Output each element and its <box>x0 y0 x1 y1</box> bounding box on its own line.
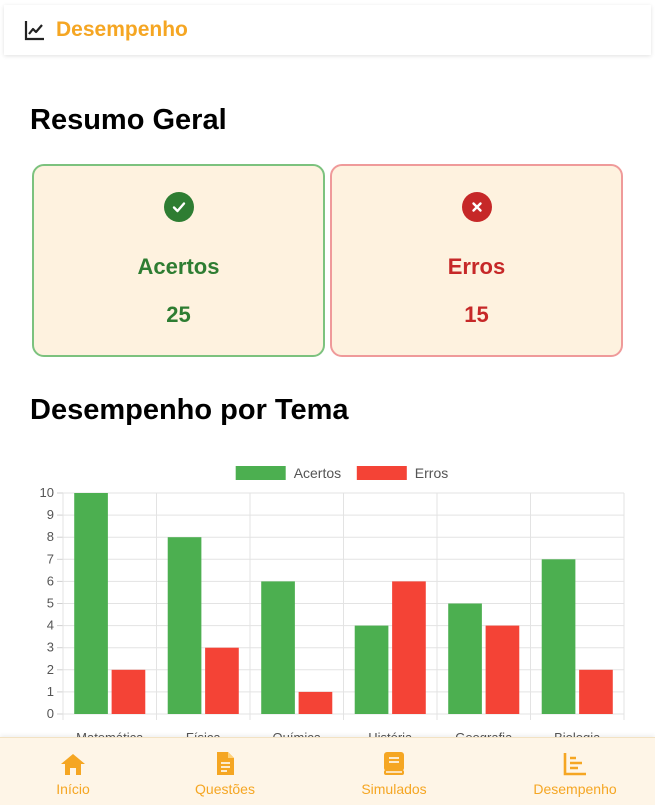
nav-label: Desempenho <box>533 781 617 797</box>
bar-acertos-1 <box>167 537 202 714</box>
correct-value: 25 <box>166 302 191 327</box>
bar-acertos-5 <box>541 559 576 714</box>
theme-title: Desempenho por Tema <box>30 394 349 426</box>
bar-erros-5 <box>579 669 613 714</box>
y-tick-label: 1 <box>47 684 54 699</box>
y-tick-label: 8 <box>47 529 54 544</box>
page-title: Desempenho <box>56 18 188 41</box>
home-icon <box>59 748 87 776</box>
document-icon <box>215 748 235 776</box>
nav-item-inicio[interactable]: Início <box>13 738 133 805</box>
legend-swatch <box>235 466 286 480</box>
chart-bar-icon <box>563 748 587 776</box>
check-circle-icon <box>163 192 194 222</box>
y-tick-label: 5 <box>47 596 54 611</box>
summary-title: Resumo Geral <box>30 104 227 136</box>
correct-card: Acertos 25 <box>32 164 325 357</box>
nav-label: Simulados <box>361 781 427 797</box>
bottom-nav: Início Questões Simulados Desempenho <box>0 737 655 805</box>
nav-label: Início <box>56 781 90 797</box>
wrong-value: 15 <box>464 302 489 327</box>
app-header: Desempenho <box>4 5 651 55</box>
bar-erros-0 <box>111 669 146 714</box>
book-icon <box>383 748 405 776</box>
y-tick-label: 4 <box>47 618 54 633</box>
x-circle-icon <box>461 192 492 222</box>
y-tick-label: 0 <box>47 706 54 721</box>
legend-label: Erros <box>415 465 448 481</box>
nav-item-desempenho[interactable]: Desempenho <box>515 738 635 805</box>
y-tick-label: 10 <box>40 485 54 500</box>
y-tick-label: 3 <box>47 640 54 655</box>
legend-swatch <box>356 466 407 480</box>
nav-item-questoes[interactable]: Questões <box>165 738 285 805</box>
chart-line-icon <box>24 19 46 41</box>
nav-item-simulados[interactable]: Simulados <box>334 738 454 805</box>
bar-erros-3 <box>392 581 426 714</box>
bar-erros-2 <box>298 691 333 714</box>
bar-acertos-2 <box>261 581 295 714</box>
bar-acertos-4 <box>448 603 482 714</box>
correct-label: Acertos <box>137 254 220 279</box>
y-tick-label: 2 <box>47 662 54 677</box>
y-tick-label: 6 <box>47 573 54 588</box>
legend-label: Acertos <box>294 465 341 481</box>
bar-erros-1 <box>205 647 239 714</box>
y-tick-label: 7 <box>47 551 54 566</box>
bar-erros-4 <box>485 625 520 714</box>
bar-acertos-3 <box>354 625 389 714</box>
bar-acertos-0 <box>74 493 108 714</box>
wrong-label: Erros <box>447 254 506 279</box>
wrong-card: Erros 15 <box>330 164 623 357</box>
performance-bar-chart: 012345678910MatemáticaFísicaQuímicaHistó… <box>40 465 625 745</box>
nav-label: Questões <box>195 781 255 797</box>
y-tick-label: 9 <box>47 507 54 522</box>
